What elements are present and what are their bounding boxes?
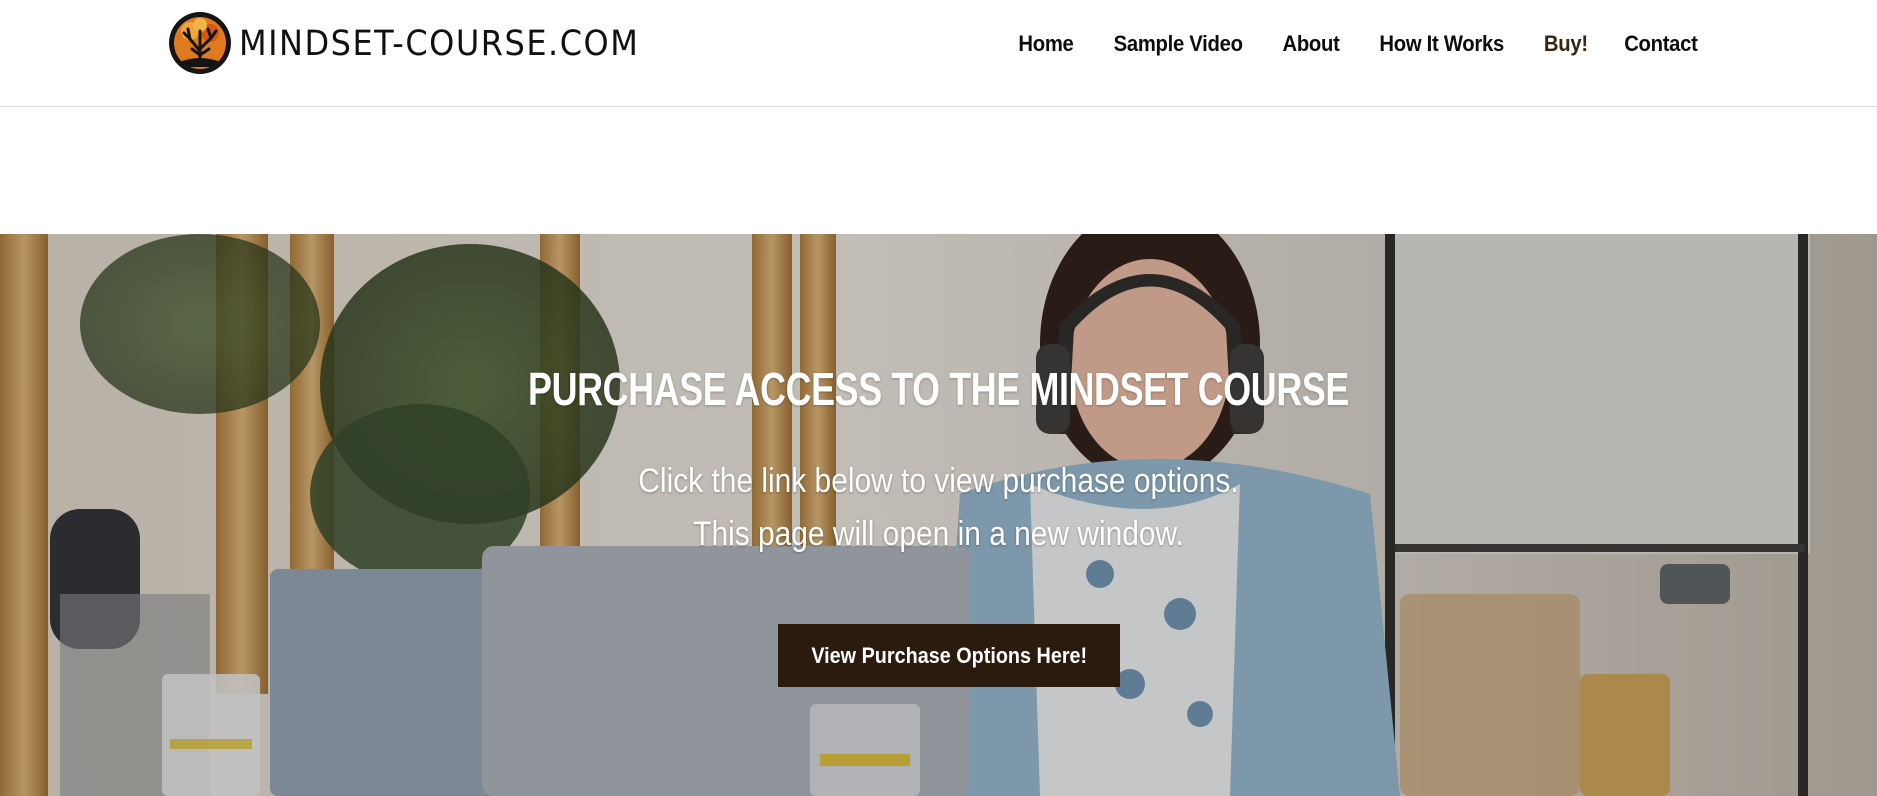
nav-contact[interactable]: Contact (1624, 31, 1698, 57)
view-purchase-options-button[interactable]: View Purchase Options Here! (778, 624, 1120, 687)
nav-how-it-works[interactable]: How It Works (1380, 31, 1505, 57)
hero-text-line-1: Click the link below to view purchase op… (638, 462, 1239, 500)
nav-buy[interactable]: Buy! (1543, 31, 1587, 57)
main-nav: Home Sample Video About How It Works Buy… (1016, 27, 1701, 61)
view-purchase-options-label: View Purchase Options Here! (811, 642, 1087, 668)
site-logo[interactable]: MINDSET-COURSE.COM (168, 11, 639, 75)
nav-home[interactable]: Home (1018, 31, 1073, 57)
tree-logo-icon (169, 12, 231, 74)
site-header: MINDSET-COURSE.COM Home Sample Video Abo… (0, 0, 1877, 107)
logo-text: MINDSET-COURSE.COM (239, 22, 640, 64)
hero-text-line-2: This page will open in a new window. (693, 515, 1184, 553)
nav-sample-video[interactable]: Sample Video (1113, 31, 1242, 57)
hero-content: Purchase Access to the Mindset Course Cl… (0, 234, 1877, 796)
hero-title: Purchase Access to the Mindset Course (528, 363, 1349, 415)
purchase-hero: Purchase Access to the Mindset Course Cl… (0, 234, 1877, 796)
nav-about[interactable]: About (1283, 31, 1340, 57)
